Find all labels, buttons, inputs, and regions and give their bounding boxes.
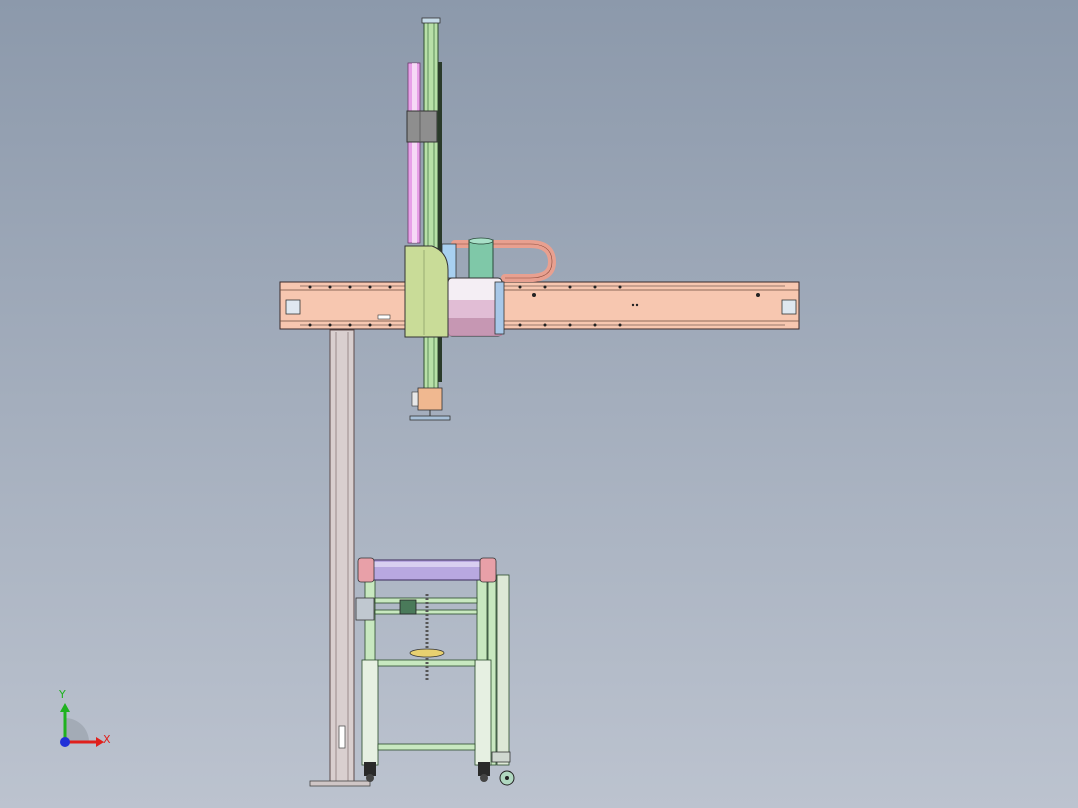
horizontal-x-beam[interactable] bbox=[279, 281, 800, 330]
motor-cap bbox=[468, 239, 494, 281]
adjust-handwheel bbox=[409, 648, 445, 658]
gantry-robot-model[interactable] bbox=[0, 0, 1078, 808]
servo-motor-assembly[interactable] bbox=[441, 237, 505, 337]
lower-frame-cart[interactable] bbox=[355, 557, 515, 786]
y-axis-label: Y bbox=[59, 688, 66, 701]
coordinate-triad bbox=[60, 703, 104, 747]
z-carriage-block bbox=[406, 110, 438, 143]
cad-viewport[interactable]: X Y bbox=[0, 0, 1078, 808]
end-effector-gripper[interactable] bbox=[409, 387, 451, 421]
slide-plate[interactable] bbox=[404, 245, 449, 338]
x-axis-label: X bbox=[103, 733, 111, 746]
